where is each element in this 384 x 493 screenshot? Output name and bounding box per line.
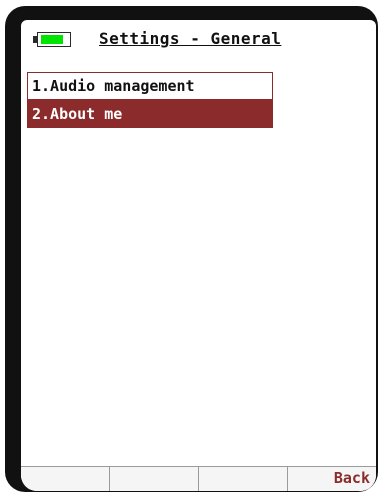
- settings-menu: 1.Audio management 2.About me: [27, 72, 273, 128]
- header-bar: Settings - General: [21, 20, 376, 54]
- softkey-bar: Back: [21, 466, 376, 491]
- phone-device-frame: Settings - General 1.Audio management 2.…: [5, 6, 378, 492]
- page-title: Settings - General: [99, 29, 282, 48]
- battery-icon: [33, 32, 73, 47]
- menu-item-audio-management[interactable]: 1.Audio management: [27, 72, 273, 100]
- softkey-1[interactable]: [21, 467, 109, 491]
- menu-item-about-me[interactable]: 2.About me: [27, 100, 273, 128]
- softkey-2[interactable]: [109, 467, 198, 491]
- battery-level-fill: [41, 35, 63, 44]
- phone-screen: Settings - General 1.Audio management 2.…: [21, 20, 376, 491]
- battery-body: [37, 32, 71, 47]
- softkey-3[interactable]: [198, 467, 287, 491]
- back-softkey[interactable]: Back: [287, 467, 376, 491]
